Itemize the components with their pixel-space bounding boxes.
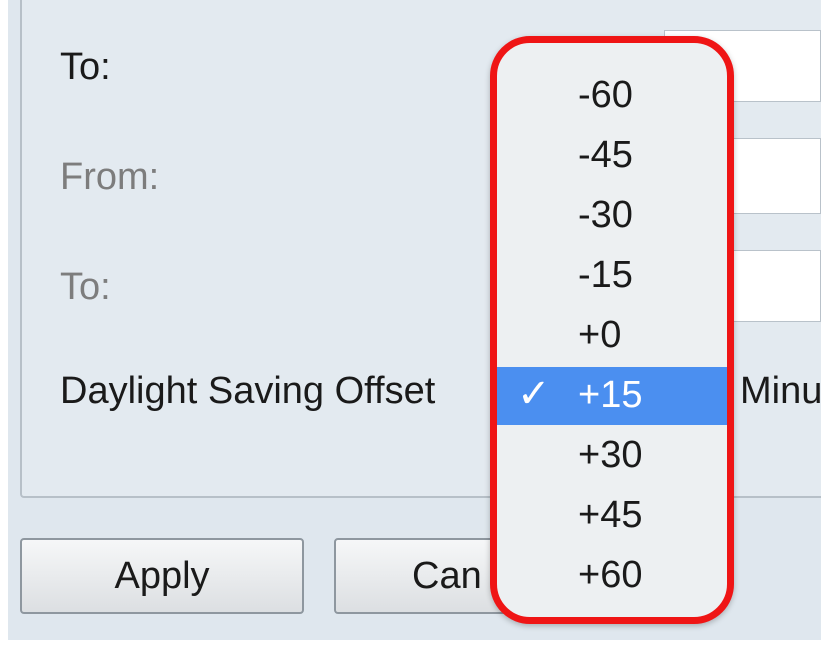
dropdown-option-selected[interactable]: ✓ +15 bbox=[497, 367, 727, 425]
dropdown-option[interactable]: +0 bbox=[497, 307, 727, 365]
to-label: To: bbox=[60, 46, 111, 88]
dropdown-option[interactable]: -30 bbox=[497, 187, 727, 245]
cancel-button-label: Can bbox=[412, 554, 482, 597]
apply-button[interactable]: Apply bbox=[20, 538, 304, 614]
checkmark-icon: ✓ bbox=[517, 372, 551, 416]
dropdown-option[interactable]: -15 bbox=[497, 247, 727, 305]
dropdown-option[interactable]: +45 bbox=[497, 487, 727, 545]
to-label-2: To: bbox=[60, 266, 111, 308]
dropdown-option[interactable]: -60 bbox=[497, 67, 727, 125]
daylight-saving-offset-label: Daylight Saving Offset bbox=[60, 370, 436, 412]
dropdown-option[interactable]: +60 bbox=[497, 547, 727, 605]
from-label: From: bbox=[60, 156, 160, 198]
dropdown-option[interactable]: +30 bbox=[497, 427, 727, 485]
offset-dropdown-menu: -60 -45 -30 -15 +0 ✓ +15 +30 +45 +60 bbox=[490, 36, 734, 624]
offset-unit-label: Minu bbox=[740, 370, 821, 412]
dropdown-option[interactable]: -45 bbox=[497, 127, 727, 185]
apply-button-label: Apply bbox=[114, 554, 210, 597]
